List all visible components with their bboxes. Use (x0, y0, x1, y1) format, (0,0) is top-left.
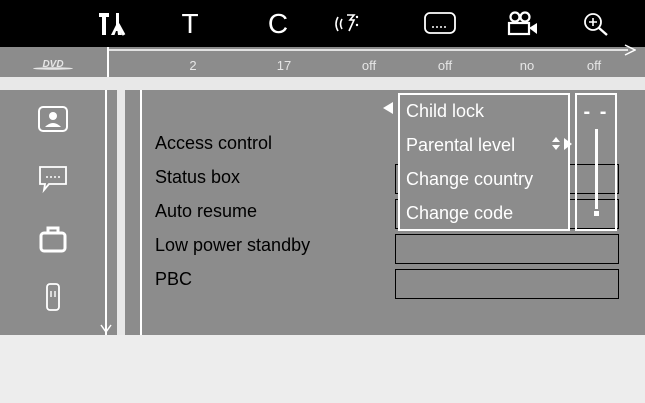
setting-low-power-standby[interactable]: Low power standby (155, 234, 310, 256)
slider-knob[interactable] (594, 211, 599, 216)
setting-auto-resume[interactable]: Auto resume (155, 200, 257, 222)
divider (117, 90, 125, 335)
title-icon[interactable]: T (168, 8, 212, 40)
value-box[interactable] (395, 234, 619, 264)
slider-track (595, 129, 598, 209)
slider-level-value: - - (583, 101, 609, 123)
settings-tools-icon[interactable] (90, 8, 134, 40)
bottom-area (0, 335, 645, 403)
chapter-icon[interactable]: C (256, 8, 300, 40)
separator (0, 77, 645, 90)
subtitle-settings-icon[interactable] (36, 162, 70, 196)
features-icon[interactable] (36, 222, 70, 256)
picture-settings-icon[interactable] (36, 102, 70, 136)
top-menu-bar: T C (0, 0, 645, 47)
submenu-child-lock[interactable]: Child lock (406, 101, 484, 122)
selection-pointer-icon (383, 102, 393, 114)
zoom-icon[interactable] (574, 8, 618, 40)
submenu-change-code[interactable]: Change code (406, 203, 513, 224)
value-box[interactable] (395, 269, 619, 299)
status-subtitle-value: off (437, 58, 453, 73)
dvd-logo: DVD (28, 57, 78, 70)
status-zoom-value: off (586, 58, 602, 73)
scroll-right-arrow (108, 44, 636, 56)
setting-pbc[interactable]: PBC (155, 268, 192, 290)
access-control-submenu: Child lock Parental level Change country… (398, 93, 570, 231)
remote-icon[interactable] (36, 280, 70, 314)
status-audio-value: off (361, 58, 377, 73)
subtitle-icon[interactable] (418, 8, 462, 40)
status-title-value: 2 (189, 58, 197, 73)
scroll-down-arrow (100, 324, 112, 334)
parental-level-slider[interactable]: - - (575, 93, 617, 231)
divider (140, 90, 142, 335)
submenu-change-country[interactable]: Change country (406, 169, 533, 190)
audio-icon[interactable] (326, 8, 370, 40)
scroll-track (105, 90, 107, 335)
adjust-arrows-icon (552, 137, 572, 150)
submenu-parental-level[interactable]: Parental level (406, 135, 515, 156)
setting-status-box[interactable]: Status box (155, 166, 240, 188)
status-chapter-value: 17 (276, 58, 292, 73)
status-angle-value: no (519, 58, 535, 73)
setting-access-control[interactable]: Access control (155, 132, 272, 154)
camera-angle-icon[interactable] (501, 8, 545, 40)
